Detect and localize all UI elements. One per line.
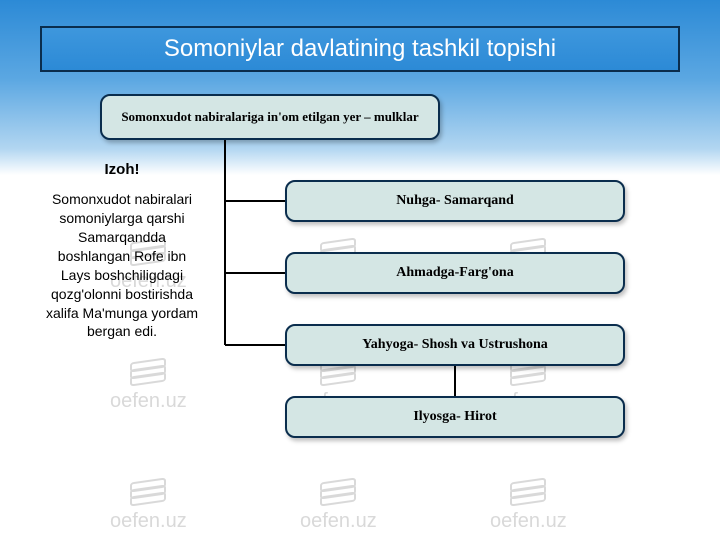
watermark: oefen.uz xyxy=(110,360,187,413)
child-node-2: Ahmadga-Farg'ona xyxy=(285,252,625,294)
watermark: oefen.uz xyxy=(110,480,187,533)
watermark: oefen.uz xyxy=(490,480,567,533)
page-title: Somoniylar davlatining tashkil topishi xyxy=(40,26,680,72)
root-node-label: Somonxudot nabiralariga in'om etilgan ye… xyxy=(121,109,418,125)
child-node-4: Ilyosga- Hirot xyxy=(285,396,625,438)
note-body: Somonxudot nabiralari somoniylarga qarsh… xyxy=(42,190,202,341)
child-node-4-label: Ilyosga- Hirot xyxy=(413,409,496,425)
child-node-1-label: Nuhga- Samarqand xyxy=(396,193,514,209)
watermark: oefen.uz xyxy=(300,480,377,533)
note-block: Izoh! Somonxudot nabiralari somoniylarga… xyxy=(42,160,202,341)
child-node-3: Yahyoga- Shosh va Ustrushona xyxy=(285,324,625,366)
root-node: Somonxudot nabiralariga in'om etilgan ye… xyxy=(100,94,440,140)
child-node-3-label: Yahyoga- Shosh va Ustrushona xyxy=(362,337,548,353)
child-node-1: Nuhga- Samarqand xyxy=(285,180,625,222)
note-heading: Izoh! xyxy=(42,160,202,180)
child-node-2-label: Ahmadga-Farg'ona xyxy=(396,265,513,281)
page-title-text: Somoniylar davlatining tashkil topishi xyxy=(164,35,556,63)
